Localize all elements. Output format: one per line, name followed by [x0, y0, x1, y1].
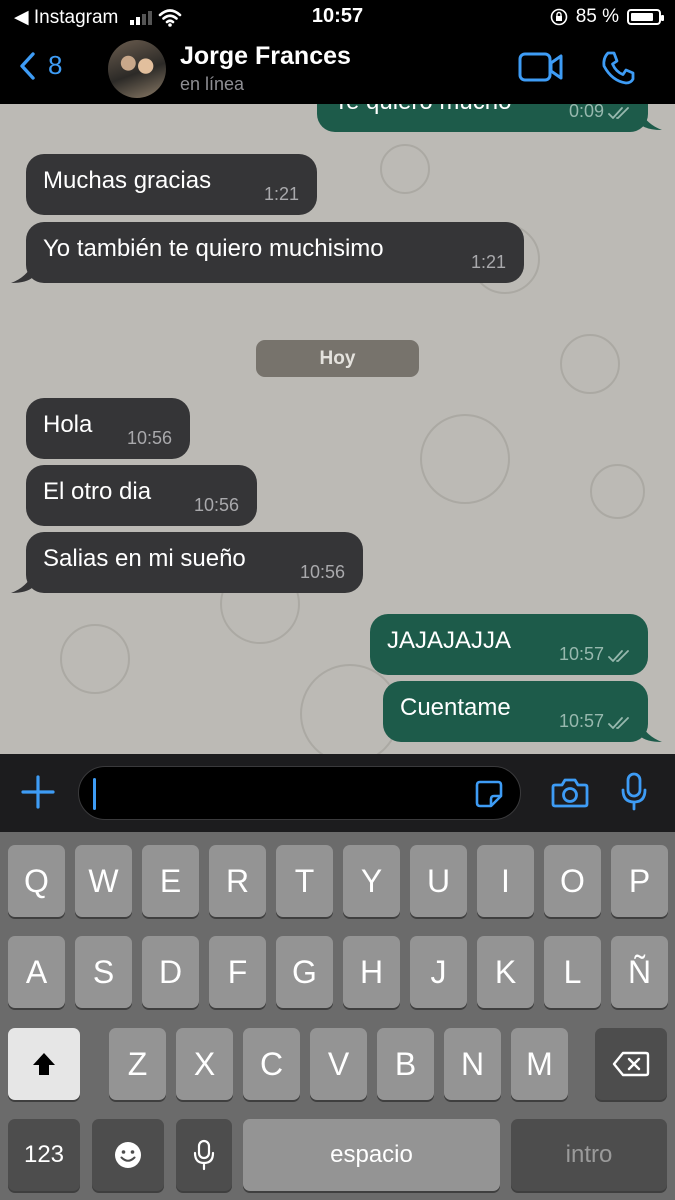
day-separator: Hoy [256, 340, 419, 377]
chat-area[interactable]: Te quiero mucho 0:09 Muchas gracias 1:21… [0, 104, 675, 754]
key[interactable]: A [8, 936, 65, 1008]
key[interactable]: N [444, 1028, 501, 1100]
key[interactable]: X [176, 1028, 233, 1100]
battery-percent: 85 % [575, 6, 619, 27]
key[interactable]: L [544, 936, 601, 1008]
message-time: 1:21 [263, 184, 299, 204]
key[interactable]: Q [8, 845, 65, 917]
camera-icon[interactable] [551, 777, 589, 809]
backspace-icon [612, 1051, 650, 1077]
bubble-tail [640, 110, 662, 130]
shift-key[interactable] [8, 1028, 80, 1100]
key[interactable]: G [276, 936, 333, 1008]
key[interactable]: P [611, 845, 668, 917]
key[interactable]: E [142, 845, 199, 917]
message-time: 10:56 [193, 495, 239, 515]
message-text: Cuentame [400, 694, 511, 721]
key[interactable]: O [544, 845, 601, 917]
contact-status: en línea [180, 74, 245, 94]
message-bubble-outgoing[interactable]: Cuentame 10:57 [383, 681, 648, 742]
message-text: Muchas gracias [43, 167, 212, 194]
numbers-key[interactable]: 123 [8, 1119, 80, 1191]
read-receipt-icon [608, 107, 629, 119]
key[interactable]: Ñ [611, 936, 668, 1008]
key[interactable]: F [209, 936, 266, 1008]
message-bubble-incoming[interactable]: Hola 10:56 [26, 398, 190, 459]
key[interactable]: R [209, 845, 266, 917]
message-bubble-incoming[interactable]: El otro dia 10:56 [26, 465, 257, 526]
message-text: JAJAJAJJA [387, 627, 512, 654]
key[interactable]: H [343, 936, 400, 1008]
battery-icon [627, 9, 664, 25]
key[interactable]: M [511, 1028, 568, 1100]
key[interactable]: Y [343, 845, 400, 917]
back-button[interactable]: 8 [18, 50, 62, 81]
message-text: Salias en mi sueño [43, 545, 246, 572]
keyboard: Q W E R T Y U I O P A S D F G H J K L Ñ … [0, 832, 675, 1200]
key[interactable]: J [410, 936, 467, 1008]
message-time: 10:56 [299, 562, 345, 582]
message-text: Te quiero mucho [334, 104, 511, 116]
message-time: 0:09 [568, 104, 604, 121]
bubble-tail [11, 573, 33, 593]
message-bubble-incoming[interactable]: Muchas gracias 1:21 [26, 154, 317, 215]
key[interactable]: Z [109, 1028, 166, 1100]
message-bubble-incoming[interactable]: Yo también te quiero muchisimo 1:21 [26, 222, 524, 283]
chat-header: 8 Jorge Frances en línea [0, 34, 675, 104]
key[interactable]: W [75, 845, 132, 917]
key[interactable]: B [377, 1028, 434, 1100]
bubble-tail [640, 722, 662, 742]
shift-arrow-icon [33, 1053, 55, 1075]
backspace-key[interactable] [595, 1028, 667, 1100]
message-text: Yo también te quiero muchisimo [43, 235, 384, 262]
message-time: 10:57 [558, 711, 604, 731]
message-text: El otro dia [43, 478, 152, 505]
read-receipt-icon [608, 650, 629, 662]
input-bar [0, 754, 675, 832]
microphone-icon[interactable] [619, 772, 649, 812]
microphone-icon [193, 1139, 215, 1171]
key[interactable]: K [477, 936, 534, 1008]
message-bubble-incoming[interactable]: Salias en mi sueño 10:56 [26, 532, 363, 593]
key[interactable]: V [310, 1028, 367, 1100]
plus-icon[interactable] [20, 774, 56, 810]
message-text: Hola [43, 411, 93, 438]
message-time: 1:21 [470, 252, 506, 272]
message-time: 10:57 [558, 644, 604, 664]
message-input[interactable] [78, 766, 521, 820]
emoji-icon [115, 1142, 141, 1168]
status-bar: ◀ Instagram 10:57 85 % [0, 0, 675, 34]
text-cursor [93, 778, 96, 810]
message-bubble-outgoing[interactable]: Te quiero mucho 0:09 [317, 104, 648, 132]
video-call-icon[interactable] [518, 51, 564, 83]
wallpaper-doodle [60, 624, 130, 694]
emoji-key[interactable] [92, 1119, 164, 1191]
chevron-left-icon [20, 51, 35, 80]
key[interactable]: C [243, 1028, 300, 1100]
space-key[interactable]: espacio [243, 1119, 500, 1191]
sticker-icon[interactable] [474, 779, 504, 809]
rotation-lock-icon [550, 8, 567, 26]
message-time: 10:56 [126, 428, 172, 448]
key[interactable]: D [142, 936, 199, 1008]
avatar[interactable] [108, 40, 166, 98]
key[interactable]: I [477, 845, 534, 917]
wallpaper-doodle [420, 414, 510, 504]
wallpaper-doodle [380, 144, 430, 194]
bubble-tail [11, 263, 33, 283]
key[interactable]: S [75, 936, 132, 1008]
contact-name[interactable]: Jorge Frances [180, 42, 351, 71]
read-receipt-icon [608, 717, 629, 729]
unread-count: 8 [48, 50, 63, 80]
message-bubble-outgoing[interactable]: JAJAJAJJA 10:57 [370, 614, 648, 675]
key[interactable]: T [276, 845, 333, 917]
wallpaper-doodle [560, 334, 620, 394]
phone-icon[interactable] [600, 50, 636, 86]
wallpaper-doodle [590, 464, 645, 519]
return-key[interactable]: intro [511, 1119, 667, 1191]
dictation-key[interactable] [176, 1119, 232, 1191]
key[interactable]: U [410, 845, 467, 917]
